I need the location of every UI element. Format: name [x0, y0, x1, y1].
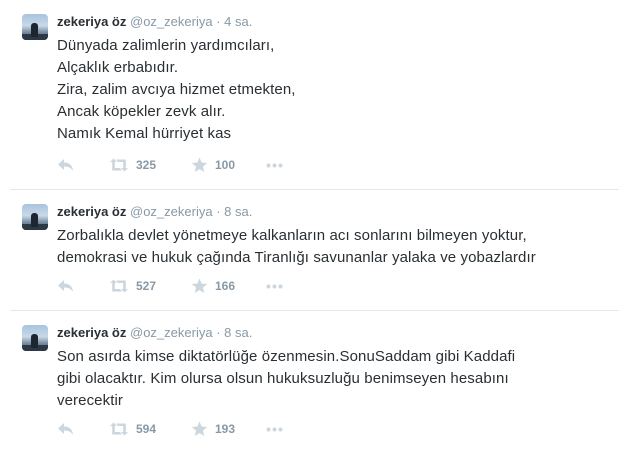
star-icon	[191, 278, 208, 293]
tweet-actions: 325 100	[57, 156, 286, 174]
username[interactable]: @oz_zekeriya	[130, 325, 213, 340]
retweet-count: 527	[136, 279, 157, 293]
reply-icon	[58, 159, 73, 171]
tweet-actions: 527 166	[57, 277, 286, 295]
retweet-button[interactable]: 527	[109, 277, 191, 295]
more-button[interactable]	[266, 156, 286, 174]
fullname[interactable]: zekeriya öz	[57, 204, 126, 219]
retweet-icon	[110, 422, 128, 436]
tweet-header: zekeriya öz @oz_zekeriya · 8 sa.	[57, 203, 252, 221]
reply-button[interactable]	[57, 420, 109, 438]
tweet-actions: 594 193	[57, 420, 286, 438]
tweet-text: Son asırda kimse diktatörlüğe özenmesin.…	[57, 348, 516, 409]
reply-button[interactable]	[57, 156, 109, 174]
fullname[interactable]: zekeriya öz	[57, 325, 126, 340]
more-icon	[266, 427, 283, 431]
username[interactable]: @oz_zekeriya	[130, 204, 213, 219]
star-icon	[191, 157, 208, 172]
more-icon	[266, 163, 283, 167]
retweet-button[interactable]: 594	[109, 420, 191, 438]
separator-dot: ·	[216, 325, 221, 340]
tweet-3[interactable]: zekeriya öz @oz_zekeriya · 8 sa. Son ası…	[0, 311, 631, 450]
avatar[interactable]	[22, 325, 48, 351]
favorite-count: 100	[215, 158, 236, 172]
favorite-button[interactable]: 100	[191, 156, 266, 174]
retweet-icon	[110, 158, 128, 172]
separator-dot: ·	[216, 204, 221, 219]
tweet-header: zekeriya öz @oz_zekeriya · 4 sa.	[57, 13, 252, 31]
tweet-timeline: zekeriya öz @oz_zekeriya · 4 sa. Dünyada…	[0, 0, 631, 450]
username[interactable]: @oz_zekeriya	[130, 14, 213, 29]
retweet-icon	[110, 279, 128, 293]
retweet-count: 325	[136, 158, 157, 172]
more-button[interactable]	[266, 277, 286, 295]
tweet-1[interactable]: zekeriya öz @oz_zekeriya · 4 sa. Dünyada…	[0, 0, 631, 190]
favorite-count: 166	[215, 279, 236, 293]
favorite-count: 193	[215, 422, 236, 436]
fullname[interactable]: zekeriya öz	[57, 14, 126, 29]
favorite-button[interactable]: 193	[191, 420, 266, 438]
timestamp[interactable]: 8 sa.	[224, 204, 252, 219]
avatar[interactable]	[22, 14, 48, 40]
reply-icon	[58, 423, 73, 435]
retweet-count: 594	[136, 422, 157, 436]
reply-icon	[58, 280, 73, 292]
star-icon	[191, 421, 208, 436]
tweet-text: Zorbalıkla devlet yönetmeye kalkanların …	[57, 227, 536, 266]
avatar[interactable]	[22, 204, 48, 230]
reply-button[interactable]	[57, 277, 109, 295]
tweet-header: zekeriya öz @oz_zekeriya · 8 sa.	[57, 324, 252, 342]
timestamp[interactable]: 4 sa.	[224, 14, 252, 29]
tweet-text: Dünyada zalimlerin yardımcıları, Alçaklı…	[57, 37, 296, 142]
tweet-2[interactable]: zekeriya öz @oz_zekeriya · 8 sa. Zorbalı…	[0, 190, 631, 310]
retweet-button[interactable]: 325	[109, 156, 191, 174]
more-button[interactable]	[266, 420, 286, 438]
separator-dot: ·	[216, 14, 221, 29]
more-icon	[266, 284, 283, 288]
favorite-button[interactable]: 166	[191, 277, 266, 295]
timestamp[interactable]: 8 sa.	[224, 325, 252, 340]
